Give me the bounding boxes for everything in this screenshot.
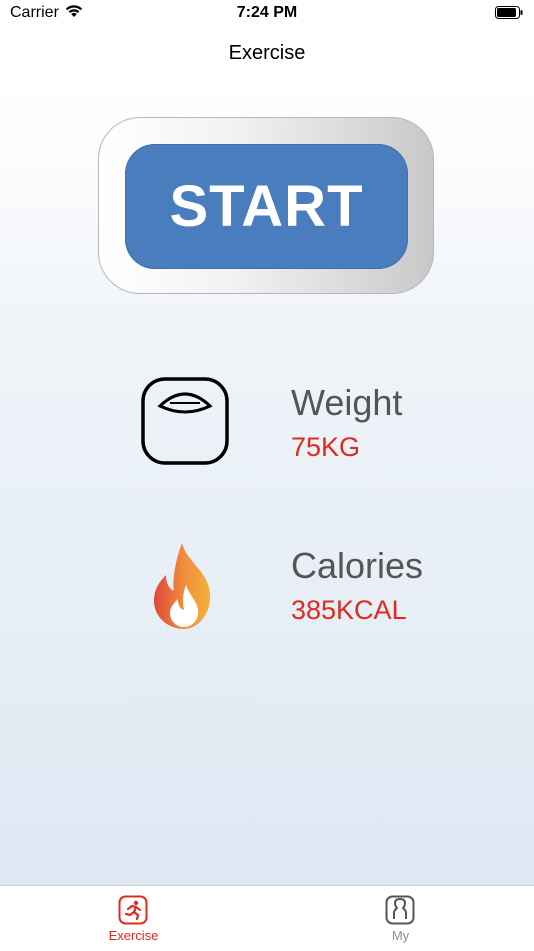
calories-value: 385KCAL <box>291 595 407 625</box>
weight-label: Weight <box>291 382 403 423</box>
scale-icon <box>141 377 229 465</box>
navigation-bar: Exercise <box>0 28 534 88</box>
tab-my-label: My <box>391 928 410 943</box>
tab-my[interactable]: My <box>267 886 534 951</box>
exercise-content: START Weight 75KG Calories 385KCAL <box>0 88 534 885</box>
tab-bar: Exercise My <box>0 885 534 951</box>
flame-icon <box>154 543 211 629</box>
page-title: Exercise <box>228 42 306 64</box>
calories-label: Calories <box>291 545 424 586</box>
status-bar: Carrier 7:24 PM <box>0 0 534 28</box>
battery-icon <box>495 6 523 19</box>
running-icon <box>118 895 148 925</box>
weight-value: 75KG <box>291 432 361 462</box>
start-button[interactable]: START <box>125 144 408 269</box>
tab-exercise-label: Exercise <box>108 928 159 943</box>
weight-stat: Weight 75KG <box>0 370 534 470</box>
user-icon <box>385 895 415 925</box>
clock: 7:24 PM <box>236 4 298 21</box>
calories-stat: Calories 385KCAL <box>0 533 534 633</box>
tab-exercise[interactable]: Exercise <box>0 886 267 951</box>
